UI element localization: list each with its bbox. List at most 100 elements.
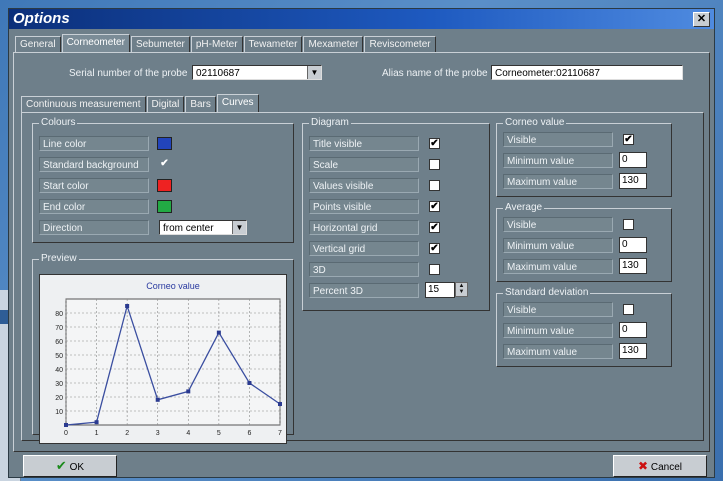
- x-tick-label: 6: [247, 430, 251, 437]
- serial-dropdown[interactable]: 02110687 ▼: [192, 65, 322, 80]
- tab-ph-meter[interactable]: pH-Meter: [190, 36, 243, 52]
- main-tabs: General Corneometer Sebumeter pH-Meter T…: [15, 34, 437, 52]
- data-point: [94, 420, 99, 425]
- x-tick-label: 5: [217, 430, 221, 437]
- vertical-grid-checkbox[interactable]: ✔: [429, 243, 440, 254]
- diagram-title: Diagram: [309, 117, 351, 128]
- percent-3d-label: Percent 3D: [309, 283, 419, 298]
- y-tick-label: 40: [55, 367, 63, 374]
- standard-background-checkbox[interactable]: ✔: [159, 159, 170, 170]
- scale-checkbox[interactable]: [429, 159, 440, 170]
- line-color-swatch[interactable]: [157, 137, 172, 150]
- average-min-input[interactable]: 0: [619, 237, 647, 253]
- x-tick-label: 7: [278, 430, 282, 437]
- tab-sebumeter[interactable]: Sebumeter: [130, 36, 190, 52]
- three-d-checkbox[interactable]: [429, 264, 440, 275]
- ok-button[interactable]: ✔ OK: [23, 455, 117, 477]
- data-point: [247, 381, 252, 385]
- average-visible-label: Visible: [503, 217, 613, 232]
- average-group: Average Visible Minimum value 0 Maximum …: [496, 202, 672, 282]
- corneo-max-input[interactable]: 130: [619, 173, 647, 189]
- cancel-label: Cancel: [650, 462, 682, 473]
- corneo-visible-checkbox[interactable]: ✔: [623, 134, 634, 145]
- corneo-max-label: Maximum value: [503, 174, 613, 189]
- direction-value: from center: [163, 223, 214, 234]
- y-tick-label: 80: [55, 311, 63, 318]
- chevron-down-icon[interactable]: ▼: [307, 66, 321, 79]
- direction-dropdown[interactable]: from center ▼: [159, 220, 247, 235]
- average-visible-checkbox[interactable]: [623, 219, 634, 230]
- title-visible-checkbox[interactable]: ✔: [429, 138, 440, 149]
- corneo-value-title: Corneo value: [503, 117, 567, 128]
- serial-label: Serial number of the probe: [69, 68, 188, 79]
- check-icon: ✔: [55, 458, 67, 473]
- cancel-button[interactable]: ✖ Cancel: [613, 455, 707, 477]
- window-title: Options: [13, 10, 70, 27]
- average-max-input[interactable]: 130: [619, 258, 647, 274]
- percent-3d-input[interactable]: 15: [425, 282, 455, 298]
- subtab-digital[interactable]: Digital: [146, 96, 185, 112]
- std-dev-min-label: Minimum value: [503, 323, 613, 338]
- x-tick-label: 1: [95, 430, 99, 437]
- scale-label: Scale: [309, 157, 419, 172]
- std-dev-min-input[interactable]: 0: [619, 322, 647, 338]
- subtab-curves[interactable]: Curves: [216, 94, 259, 112]
- chevron-down-icon[interactable]: ▼: [232, 221, 246, 234]
- close-button[interactable]: ✕: [693, 12, 710, 27]
- tab-general[interactable]: General: [15, 36, 61, 52]
- preview-chart-svg: Corneo value 10 20 30 40 50 60 70 80 0 1 2 3 4 5 6 7: [55, 281, 282, 437]
- horizontal-grid-checkbox[interactable]: ✔: [429, 222, 440, 233]
- values-visible-checkbox[interactable]: [429, 180, 440, 191]
- std-dev-visible-label: Visible: [503, 302, 613, 317]
- start-color-swatch[interactable]: [157, 179, 172, 192]
- data-point: [186, 389, 191, 394]
- average-min-label: Minimum value: [503, 238, 613, 253]
- corneo-value-group: Corneo value Visible ✔ Minimum value 0 M…: [496, 117, 672, 197]
- y-tick-label: 30: [55, 381, 63, 388]
- colours-title: Colours: [39, 117, 78, 128]
- x-icon: ✖: [638, 459, 649, 473]
- y-tick-label: 20: [55, 395, 63, 402]
- tab-tewameter[interactable]: Tewameter: [243, 36, 303, 52]
- tab-corneometer[interactable]: Corneometer: [61, 34, 130, 52]
- preview-title: Preview: [39, 253, 79, 264]
- serial-value: 02110687: [196, 68, 240, 79]
- tab-mexameter[interactable]: Mexameter: [303, 36, 364, 52]
- y-tick-label: 10: [55, 409, 63, 416]
- values-visible-label: Values visible: [309, 178, 419, 193]
- plot-area: [65, 298, 281, 426]
- standard-background-label: Standard background: [39, 157, 149, 172]
- points-visible-label: Points visible: [309, 199, 419, 214]
- y-tick-label: 50: [55, 353, 63, 360]
- x-tick-label: 3: [156, 430, 160, 437]
- diagram-group: Diagram Title visible ✔ Scale Values vis…: [302, 117, 490, 311]
- data-point: [64, 423, 68, 427]
- ok-label: OK: [69, 462, 85, 473]
- data-point: [216, 330, 221, 335]
- corneo-min-label: Minimum value: [503, 153, 613, 168]
- options-dialog: Options ✕ General Corneometer Sebumeter …: [8, 8, 715, 478]
- vertical-grid-label: Vertical grid: [309, 241, 419, 256]
- subtab-bars[interactable]: Bars: [185, 96, 216, 112]
- corneo-visible-label: Visible: [503, 132, 613, 147]
- std-dev-title: Standard deviation: [503, 287, 591, 298]
- x-tick-label: 2: [125, 430, 129, 437]
- end-color-label: End color: [39, 199, 149, 214]
- preview-group: Preview Corneo value 10 20 30 40 50 60 70 80 0 1 2 3…: [32, 253, 294, 444]
- alias-input[interactable]: Corneometer:02110687: [491, 65, 683, 80]
- std-dev-max-input[interactable]: 130: [619, 343, 647, 359]
- chart-title: Corneo value: [146, 281, 200, 291]
- title-visible-label: Title visible: [309, 136, 419, 151]
- three-d-label: 3D: [309, 262, 419, 277]
- percent-3d-spinner[interactable]: ▲ ▼: [455, 282, 468, 297]
- horizontal-grid-label: Horizontal grid: [309, 220, 419, 235]
- end-color-swatch[interactable]: [157, 200, 172, 213]
- points-visible-checkbox[interactable]: ✔: [429, 201, 440, 212]
- tab-reviscometer[interactable]: Reviscometer: [364, 36, 436, 52]
- corneo-min-input[interactable]: 0: [619, 152, 647, 168]
- average-title: Average: [503, 202, 545, 213]
- subtab-continuous[interactable]: Continuous measurement: [21, 96, 146, 112]
- average-max-label: Maximum value: [503, 259, 613, 274]
- std-dev-group: Standard deviation Visible Minimum value…: [496, 287, 672, 367]
- std-dev-visible-checkbox[interactable]: [623, 304, 634, 315]
